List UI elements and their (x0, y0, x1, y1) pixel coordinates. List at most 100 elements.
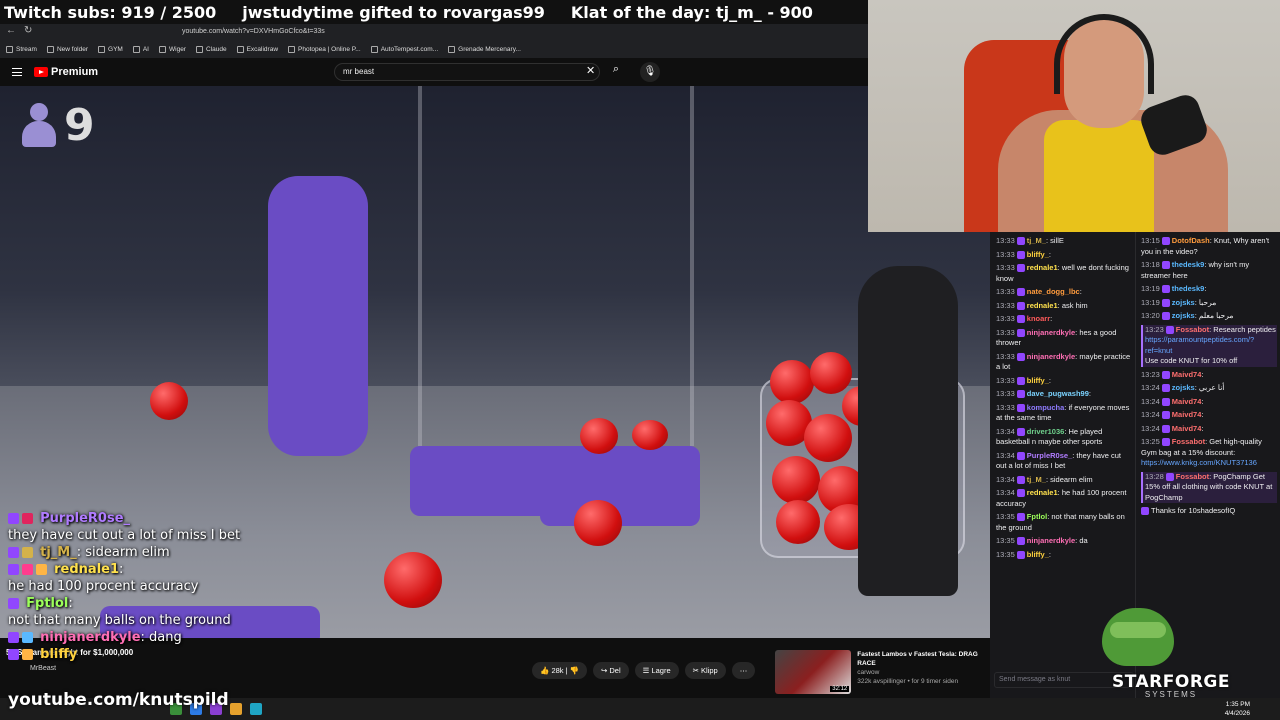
chat-timestamp: 13:23 (1141, 369, 1160, 379)
share-button[interactable]: ↪ Del (593, 662, 629, 679)
chat-badge-icon (1161, 237, 1170, 246)
chat-badge-icon (1141, 507, 1149, 516)
chat-message: 13:35 Fptlol: not that many balls on the … (996, 512, 1125, 532)
reload-icon[interactable]: ↻ (24, 26, 34, 36)
overlay-chat-line: PurpleR0se_ (8, 510, 308, 527)
chat-timestamp: 13:19 (1141, 297, 1160, 307)
chat-timestamp: 13:33 (996, 287, 1015, 296)
recommended-meta: 322k avspillinger • for 9 timer siden (857, 678, 959, 685)
chat-badge-icon (1016, 390, 1025, 399)
chat-username[interactable]: bliffy_ (1027, 376, 1049, 385)
chat-link[interactable]: https://www.knkg.com/KNUT37136 (1141, 458, 1277, 469)
chat-timestamp: 13:23 (1145, 324, 1164, 334)
chat-username[interactable]: ninjanerdkyle (1027, 536, 1075, 545)
chat-badge-icon (1016, 301, 1025, 310)
more-actions-button[interactable]: ⋯ (731, 662, 756, 679)
chat-username[interactable]: Maivd74 (1172, 410, 1202, 419)
url-bar[interactable]: youtube.com/watch?v=DXVHmGoCfco&t=33s (182, 28, 325, 35)
viewer-counter: 9 (20, 100, 95, 151)
chat-username[interactable]: DotofDash (1172, 236, 1210, 245)
chat-username[interactable]: rednale1 (1027, 488, 1058, 497)
back-icon[interactable]: ← (6, 26, 16, 36)
chat-username[interactable]: zojsks (1172, 383, 1195, 392)
channel-name[interactable]: MrBeast (30, 665, 56, 672)
clip-button[interactable]: ✂ Klipp (684, 662, 726, 679)
bookmark-item[interactable]: Photopea | Online P... (288, 45, 361, 53)
chat-username[interactable]: Fossabot (1176, 325, 1209, 334)
chat-timestamp: 13:33 (996, 249, 1015, 259)
chat-username[interactable]: ninjanerdkyle (1027, 352, 1075, 361)
overlay-chat-line: bliffy (8, 646, 308, 663)
bookmark-item[interactable]: Stream (6, 45, 37, 53)
chat-text: he had 100 procent accuracy (996, 488, 1127, 508)
chat-username[interactable]: Maivd74 (1172, 397, 1202, 406)
chat-username[interactable]: Fossabot (1172, 437, 1205, 446)
chat-badge-icon (1016, 315, 1025, 324)
chat-username[interactable]: Maivd74 (1172, 424, 1202, 433)
chat-message: 13:34 PurpleR0se_: they have cut out a lo… (996, 450, 1122, 471)
chat-link[interactable]: https://paramountpeptides.com/?ref=knut (1145, 335, 1277, 356)
chat-username[interactable]: bliffy_ (1027, 250, 1049, 259)
stream-banner: Twitch subs: 919 / 2500 jwstudytime gift… (0, 0, 868, 24)
bookmark-item[interactable]: Wiger (159, 45, 186, 53)
chat-username[interactable]: tj_M_ (1027, 475, 1046, 484)
chat-username[interactable]: kompucha (1027, 403, 1065, 412)
recommended-thumbnail[interactable]: 32:12 (775, 650, 852, 694)
bookmark-item[interactable]: AutoTempest.com... (370, 45, 438, 53)
bookmark-item[interactable]: Claude (195, 45, 227, 53)
search-input[interactable]: mr beast (334, 63, 600, 81)
chat-timestamp: 13:24 (1141, 396, 1160, 406)
chat-username[interactable]: ninjanerdkyle (1027, 328, 1075, 337)
chat-message: Thanks for 10shadesofIQ (1141, 506, 1277, 517)
chat-username[interactable]: knoarr (1027, 314, 1050, 323)
recommended-video[interactable]: 32:12 Fastest Lambos v Fastest Tesla: DR… (775, 650, 985, 696)
chat-message: 13:24 Maivd74: (1141, 410, 1204, 420)
viewer-count-number: 9 (64, 100, 95, 151)
microphone-icon[interactable]: 🎙 (640, 62, 660, 82)
bookmark-item[interactable]: Grenade Mercenary... (448, 45, 521, 53)
save-button[interactable]: ☰ Lagre (634, 662, 679, 679)
chat-badge-icon (1016, 288, 1025, 297)
chat-timestamp: 13:33 (996, 263, 1015, 272)
bookmark-item[interactable]: Excalidraw (236, 45, 278, 53)
system-clock[interactable]: 1:35 PM 4/4/2026 (1225, 700, 1250, 718)
youtube-logo[interactable]: Premium (34, 66, 98, 78)
gift-notice: jwstudytime gifted to rovargas99 (242, 2, 545, 22)
recommended-title[interactable]: Fastest Lambos v Fastest Tesla: DRAG RAC… (857, 650, 985, 668)
chat-badge-icon (1016, 376, 1025, 385)
chat-username[interactable]: rednale1 (1027, 263, 1058, 272)
like-button[interactable]: 👍 28k | 👎 (532, 662, 587, 679)
chat-timestamp: 13:33 (996, 327, 1015, 337)
chat-badge-icon (1016, 250, 1025, 259)
chat-username[interactable]: Maivd74 (1172, 370, 1202, 379)
chat-username[interactable]: bliffy_ (1027, 550, 1049, 559)
chat-username[interactable]: nate_dogg_lbc (1027, 287, 1080, 296)
bookmark-item[interactable]: GYM (98, 45, 123, 53)
chat-username[interactable]: zojsks (1172, 311, 1195, 320)
taskbar-app-icon[interactable] (250, 703, 262, 715)
chat-message: 13:28 Fossabot: PogChamp Get 15% off all … (1141, 471, 1277, 503)
chat-timestamp: 13:24 (1141, 423, 1160, 433)
chat-username[interactable]: thedesk9 (1172, 260, 1205, 269)
chat-username[interactable]: PurpleR0se_ (1027, 451, 1072, 460)
hamburger-menu-icon[interactable] (12, 68, 22, 76)
chat-username[interactable]: rednale1 (1027, 301, 1058, 310)
stream-layout: Twitch subs: 919 / 2500 jwstudytime gift… (0, 0, 1280, 720)
chat-username[interactable]: thedesk9 (1172, 284, 1205, 293)
search-icon[interactable]: ⌕ (606, 63, 626, 81)
dodgeball (574, 500, 622, 546)
chat-text: not that many balls on the ground (996, 512, 1125, 532)
chat-username[interactable]: Fptlol (1027, 512, 1047, 521)
chat-username[interactable]: Fossabot (1176, 472, 1209, 481)
chat-timestamp: 13:33 (996, 236, 1015, 245)
taskbar-app-icon[interactable] (230, 703, 242, 715)
chat-username[interactable]: zojsks (1172, 298, 1195, 307)
bookmark-item[interactable]: New folder (46, 45, 88, 53)
chat-username[interactable]: dave_pugwash99 (1027, 389, 1089, 398)
bookmark-item[interactable]: AI (132, 45, 149, 53)
chat-username[interactable]: tj_M_ (1027, 236, 1046, 245)
chat-badge-icon (1161, 397, 1170, 406)
chat-username[interactable]: driver1036 (1027, 427, 1065, 436)
chat-timestamp: 13:24 (1141, 410, 1160, 419)
clear-search-icon[interactable]: ✕ (586, 64, 595, 77)
